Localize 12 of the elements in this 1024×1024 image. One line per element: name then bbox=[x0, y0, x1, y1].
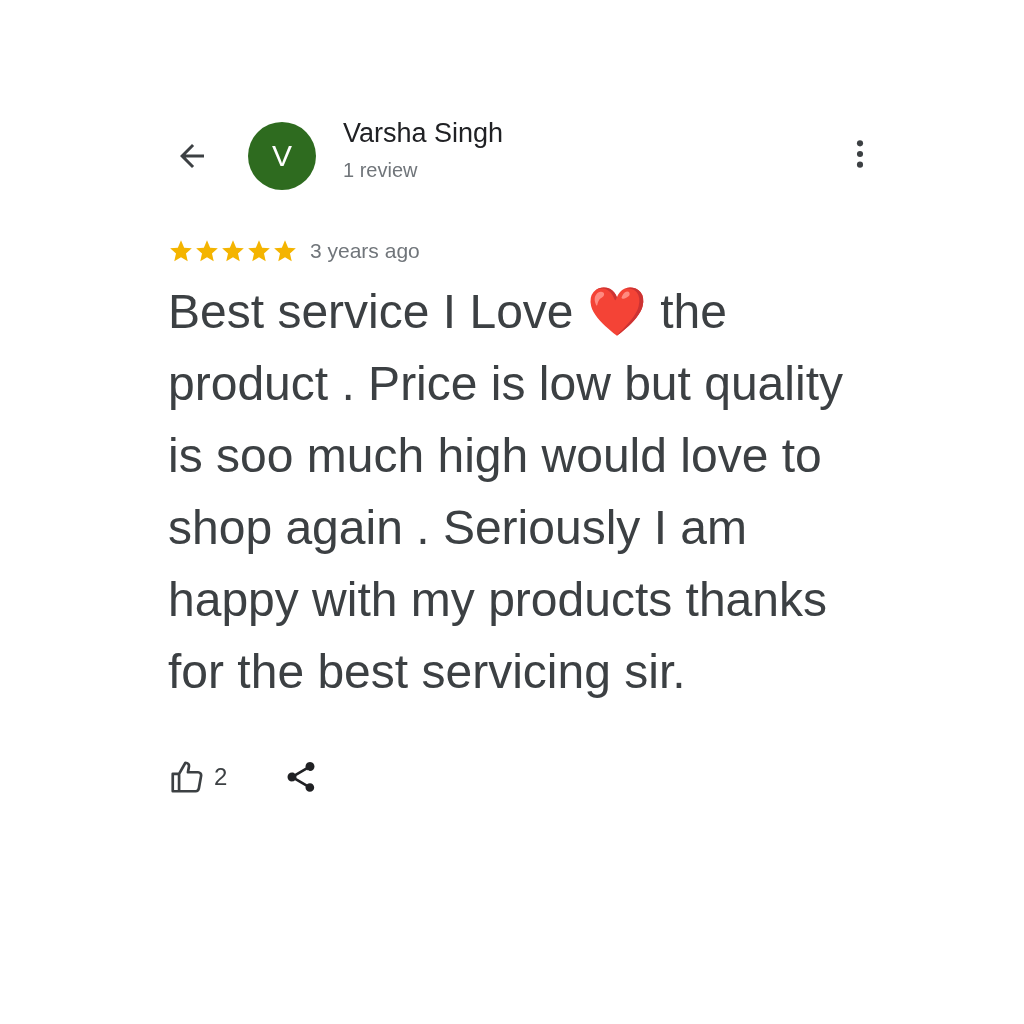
more-options-icon[interactable] bbox=[856, 138, 864, 170]
reviewer-name[interactable]: Varsha Singh bbox=[343, 118, 856, 149]
star-icon bbox=[168, 238, 194, 264]
star-icon bbox=[220, 238, 246, 264]
star-icon bbox=[194, 238, 220, 264]
star-icon bbox=[272, 238, 298, 264]
star-icon bbox=[246, 238, 272, 264]
review-count: 1 review bbox=[343, 159, 419, 182]
review-text: Best service I Love ❤ the product . Price is low but quality is soo much high would love to shop again . Seriously I am happy with my products thanks for the best servicing sir. bbox=[168, 284, 844, 700]
like-button[interactable]: 2 bbox=[168, 758, 228, 796]
avatar: V bbox=[248, 122, 316, 190]
review-date: 3 years ago bbox=[310, 239, 420, 263]
